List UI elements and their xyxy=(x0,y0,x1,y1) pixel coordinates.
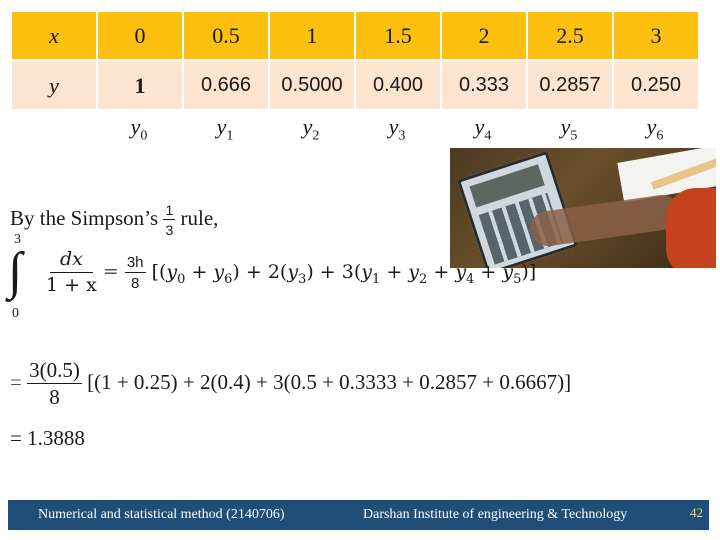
footer-bar: Numerical and statistical method (214070… xyxy=(8,500,709,530)
subscript-label: y2 xyxy=(302,114,320,144)
subscript-label: y0 xyxy=(130,114,148,144)
substitution-line: = 3(0.5) 8 [(1 + 0.25) + 2(0.4) + 3(0.5 … xyxy=(10,358,572,409)
substitution-coef-fraction: 3(0.5) 8 xyxy=(27,358,82,409)
x-label: x xyxy=(12,12,96,62)
integral-sign: 3 ∫ 0 xyxy=(8,232,38,324)
result-line: = 1.3888 xyxy=(10,426,85,450)
data-table: x 0 0.5 1 1.5 2 2.5 3 y 1 0.666 0.5000 0… xyxy=(10,12,700,109)
subscript-label: y3 xyxy=(388,114,406,144)
integrand-fraction: dx 1 + x xyxy=(46,248,97,296)
intro-suffix: rule, xyxy=(180,205,219,230)
intro-prefix: By the Simpson’s xyxy=(10,205,159,230)
substitution-rhs: [(1 + 0.25) + 2(0.4) + 3(0.5 + 0.3333 + … xyxy=(87,369,572,394)
x-value: 3 xyxy=(614,12,698,62)
subscript-label: y5 xyxy=(560,114,578,144)
y-value: 0.666 xyxy=(184,62,268,109)
x-value: 0 xyxy=(98,12,182,62)
y-value: 0.5000 xyxy=(270,62,354,109)
one-third-fraction: 1 3 xyxy=(163,202,176,238)
subscript-labels: y0 y1 y2 y3 y4 y5 y6 xyxy=(10,114,698,144)
course-title: Numerical and statistical method (214070… xyxy=(38,507,285,522)
y-value: 0.333 xyxy=(442,62,526,109)
subscript-label: y1 xyxy=(216,114,234,144)
formula-rhs: [(y0 + y6) + 2(y3) + 3(y1 + y2 + y4 + y5… xyxy=(151,260,537,287)
lower-limit: 0 xyxy=(12,306,19,321)
coef-fraction: 3h 8 xyxy=(124,253,146,292)
integral-icon: ∫ xyxy=(8,243,23,300)
x-row: x 0 0.5 1 1.5 2 2.5 3 xyxy=(12,12,698,62)
institute-name: Darshan Institute of engineering & Techn… xyxy=(363,507,628,522)
x-value: 1.5 xyxy=(356,12,440,62)
x-value: 0.5 xyxy=(184,12,268,62)
y-value: 1 xyxy=(98,62,182,109)
y-row: y 1 0.666 0.5000 0.400 0.333 0.2857 0.25… xyxy=(12,62,698,109)
subscript-label: y4 xyxy=(474,114,492,144)
y-value: 0.2857 xyxy=(528,62,612,109)
sleeve-shape xyxy=(666,188,716,268)
formula-line: dx 1 + x = 3h 8 [(y0 + y6) + 2(y3) + 3(y… xyxy=(46,248,537,296)
intro-line: By the Simpson’s 1 3 rule, xyxy=(10,203,218,237)
x-value: 2 xyxy=(442,12,526,62)
page-number: 42 xyxy=(690,505,703,520)
subscript-label: y6 xyxy=(646,114,664,144)
x-value: 2.5 xyxy=(528,12,612,62)
y-value: 0.400 xyxy=(356,62,440,109)
y-label: y xyxy=(12,62,96,109)
x-value: 1 xyxy=(270,12,354,62)
y-value: 0.250 xyxy=(614,62,698,109)
